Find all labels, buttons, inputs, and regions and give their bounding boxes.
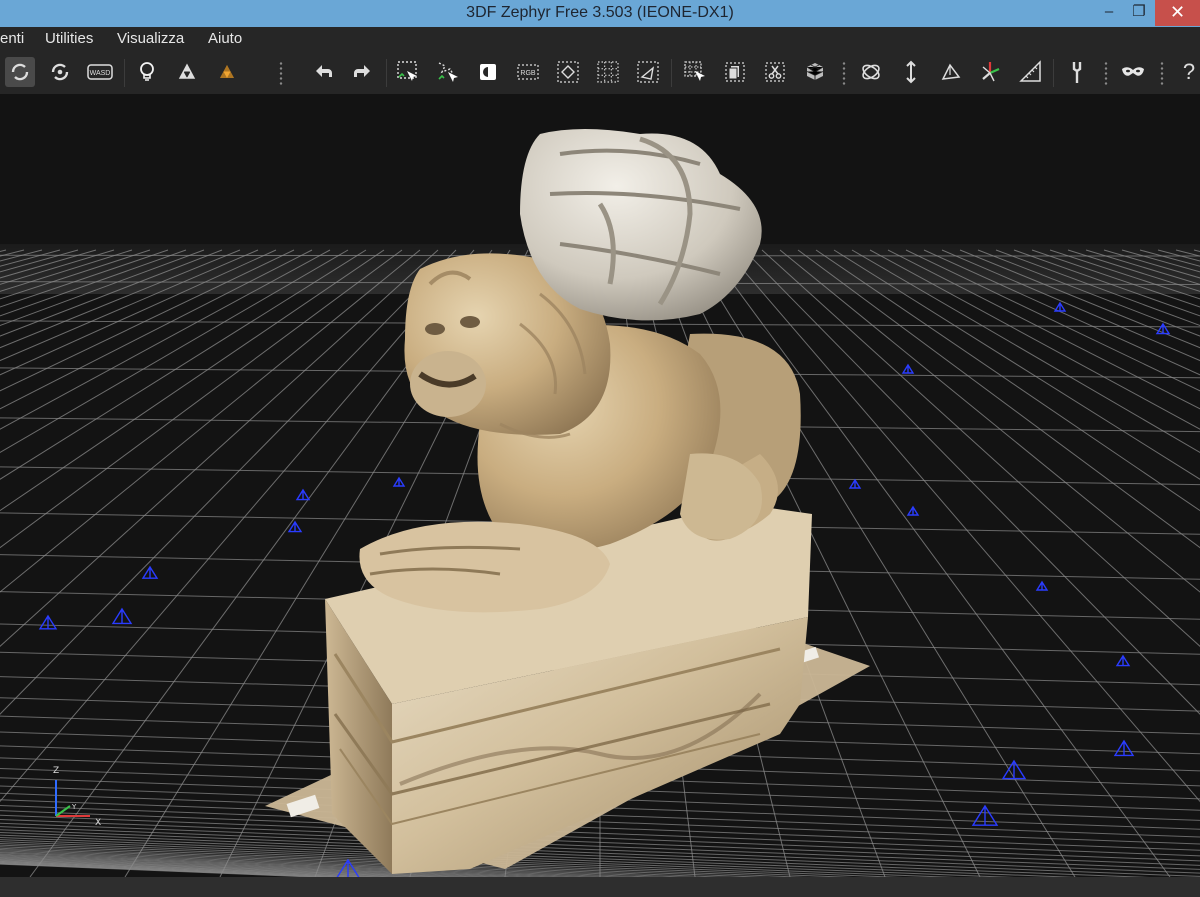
3d-viewport[interactable]: Z Y X — [0, 94, 1200, 877]
title-bar: 3DF Zephyr Free 3.503 (IEONE-DX1) – ❐ ✕ — [0, 0, 1200, 27]
invert-selection-icon[interactable] — [473, 57, 503, 87]
ruler-scale-icon[interactable] — [1016, 57, 1046, 87]
menu-bar: enti Utilities Visualizza Aiuto — [0, 27, 1200, 51]
measure-distance-icon[interactable] — [896, 57, 926, 87]
menu-utilities[interactable]: Utilities — [45, 30, 93, 47]
masking-mask-icon[interactable] — [1118, 57, 1148, 87]
toolbar-grip — [1160, 61, 1164, 85]
toolbar-grip — [279, 61, 283, 85]
reference-axes-icon[interactable] — [976, 57, 1006, 87]
toolbar-grip — [842, 61, 846, 85]
toolbar: WASD RGB ? — [0, 51, 1200, 94]
mesh-triangles-icon[interactable] — [172, 57, 202, 87]
redo-icon[interactable] — [348, 57, 378, 87]
select-region-icon[interactable] — [393, 57, 423, 87]
toolbar-separator — [671, 59, 672, 87]
copy-selection-icon[interactable] — [720, 57, 750, 87]
wasd-label: WASD — [90, 70, 111, 77]
transform-gizmo-icon[interactable] — [856, 57, 886, 87]
lasso-select-icon[interactable] — [433, 57, 463, 87]
minimize-button[interactable]: – — [1094, 0, 1124, 26]
grid-select-cursor-icon[interactable] — [680, 57, 710, 87]
select-grid-icon[interactable] — [593, 57, 623, 87]
close-button[interactable]: ✕ — [1155, 0, 1200, 26]
rgb-label: RGB — [520, 70, 536, 77]
menu-aiuto[interactable]: Aiuto — [208, 30, 242, 47]
axis-label-x: X — [95, 818, 102, 828]
toolbar-separator — [124, 59, 125, 87]
wasd-mode-icon[interactable]: WASD — [85, 57, 115, 87]
menu-visualizza[interactable]: Visualizza — [117, 30, 184, 47]
scene-canvas[interactable] — [0, 94, 1200, 877]
toolbar-separator — [1053, 59, 1054, 87]
toolbar-grip — [1104, 61, 1108, 85]
pivot-mode-icon[interactable] — [45, 57, 75, 87]
voxel-cube-icon[interactable] — [800, 57, 830, 87]
axis-label-y: Y — [72, 803, 77, 811]
help-icon[interactable]: ? — [1174, 57, 1200, 87]
tools-wrench-icon[interactable] — [1062, 57, 1092, 87]
select-triangle-icon[interactable] — [633, 57, 663, 87]
window-title: 3DF Zephyr Free 3.503 (IEONE-DX1) — [466, 4, 734, 21]
status-bar — [0, 877, 1200, 897]
select-by-color-icon[interactable]: RGB — [513, 57, 543, 87]
menu-strumenti[interactable]: enti — [0, 30, 24, 47]
toolbar-separator — [386, 59, 387, 87]
textured-mesh-icon[interactable] — [212, 57, 242, 87]
restore-button[interactable]: ❐ — [1124, 0, 1154, 26]
undo-icon[interactable] — [308, 57, 338, 87]
measure-angle-icon[interactable] — [936, 57, 966, 87]
orbit-mode-icon[interactable] — [5, 57, 35, 87]
cut-selection-icon[interactable] — [760, 57, 790, 87]
lightbulb-icon[interactable] — [132, 57, 162, 87]
select-all-icon[interactable] — [553, 57, 583, 87]
axis-label-z: Z — [53, 766, 60, 776]
